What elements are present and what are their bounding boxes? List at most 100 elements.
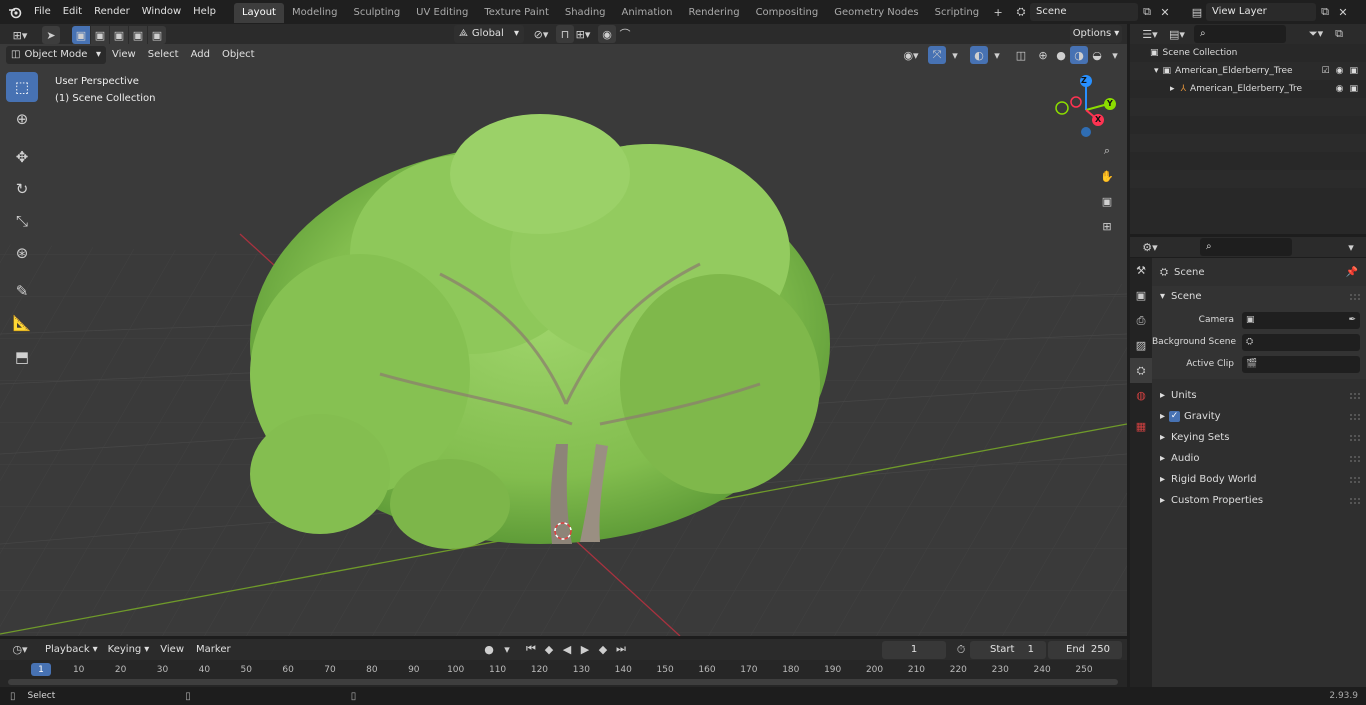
play-icon[interactable]: ▶ xyxy=(576,640,594,658)
select-new-icon[interactable]: ▣ xyxy=(72,26,90,44)
timeline-editor-type-icon[interactable]: ◷▾ xyxy=(6,641,34,659)
drag-handle-icon[interactable] xyxy=(1350,413,1360,420)
timeline-ruler[interactable]: 1 10 20 30 40 50 60 70 80 90 100 110 120 130 140 150 160… xyxy=(0,660,1127,687)
gravity-checkbox[interactable]: ✓ xyxy=(1169,411,1181,422)
scene-icon[interactable]: ⛭ xyxy=(1012,3,1030,21)
tab-rendering[interactable]: Rendering xyxy=(680,3,747,23)
end-frame-field[interactable]: End 250 xyxy=(1048,641,1122,659)
move-tool-icon[interactable]: ✥ xyxy=(6,142,38,172)
menu-help[interactable]: Help xyxy=(187,0,222,24)
pivot-point-icon[interactable]: ⊘▾ xyxy=(532,25,550,43)
expand-chevron-down-icon[interactable]: ▾ xyxy=(1154,66,1159,76)
menu-edit[interactable]: Edit xyxy=(57,0,88,24)
viewport-menu-select[interactable]: Select xyxy=(142,46,185,64)
texture-properties-icon[interactable]: ▦ xyxy=(1130,414,1152,439)
start-frame-field[interactable]: Start 1 xyxy=(970,641,1046,659)
menu-file[interactable]: File xyxy=(28,0,57,24)
elderberry-tree[interactable] xyxy=(250,114,830,549)
select-invert-icon[interactable]: ▣ xyxy=(129,26,147,44)
delete-scene-close-icon[interactable]: ✕ xyxy=(1156,3,1174,21)
transform-orientation-dropdown[interactable]: ⟁ Global ▾ xyxy=(454,25,524,43)
current-frame-field[interactable]: 1 xyxy=(882,641,946,659)
audio-panel-header[interactable]: ▸ Audio xyxy=(1152,448,1366,469)
tab-modeling[interactable]: Modeling xyxy=(284,3,346,23)
perspective-grid-icon[interactable]: ⊞ xyxy=(1098,217,1116,235)
outliner-editor-type-icon[interactable]: ☰▾ xyxy=(1136,25,1164,43)
render-camera-icon[interactable]: ▣ xyxy=(1349,84,1358,94)
select-extend-icon[interactable]: ▣ xyxy=(91,26,109,44)
view-layer-icon[interactable]: ▤ xyxy=(1188,3,1206,21)
units-panel-header[interactable]: ▸ Units xyxy=(1152,385,1366,406)
exclude-checkbox-icon[interactable]: ☑ xyxy=(1322,66,1330,76)
prev-keyframe-icon[interactable]: ◆ xyxy=(540,640,558,658)
jump-end-icon[interactable]: ⏭ xyxy=(612,640,630,658)
add-workspace-plus-icon[interactable]: + xyxy=(989,3,1007,21)
new-scene-icon[interactable]: ⧉ xyxy=(1138,3,1156,21)
world-properties-icon[interactable]: ◍ xyxy=(1130,383,1152,408)
proportional-falloff-icon[interactable]: ⌒ xyxy=(616,25,634,43)
new-collection-icon[interactable]: ⧉ xyxy=(1330,25,1348,43)
jump-start-icon[interactable]: ⏮ xyxy=(522,640,540,658)
options-dropdown[interactable]: Options ▾ xyxy=(1070,25,1122,43)
active-clip-field[interactable]: 🎬 xyxy=(1242,355,1360,373)
tab-sculpting[interactable]: Sculpting xyxy=(345,3,408,23)
3d-viewport[interactable]: User Perspective (1) Scene Collection Z … xyxy=(0,44,1127,636)
camera-view-icon[interactable]: ▣ xyxy=(1098,192,1116,210)
new-view-layer-icon[interactable]: ⧉ xyxy=(1316,3,1334,21)
xray-toggle-icon[interactable]: ◫ xyxy=(1012,46,1030,64)
viewport-menu-view[interactable]: View xyxy=(106,46,142,64)
tab-texture-paint[interactable]: Texture Paint xyxy=(476,3,557,23)
rigid-body-world-panel-header[interactable]: ▸ Rigid Body World xyxy=(1152,469,1366,490)
snap-target-icon[interactable]: ⊞▾ xyxy=(574,25,592,43)
cursor-tool-target-icon[interactable]: ⊕ xyxy=(6,104,38,134)
keying-chevron-icon[interactable]: ▾ xyxy=(498,640,516,658)
zoom-magnify-icon[interactable]: ⌕ xyxy=(1098,142,1116,160)
drag-handle-icon[interactable] xyxy=(1350,455,1360,462)
visibility-eye-icon[interactable]: ◉ xyxy=(1336,66,1344,76)
output-properties-icon[interactable]: ⎙ xyxy=(1130,308,1152,333)
proportional-edit-icon[interactable]: ◉ xyxy=(598,25,616,43)
gizmos-dropdown-chevron-icon[interactable]: ▾ xyxy=(946,46,964,64)
expand-chevron-right-icon[interactable]: ▸ xyxy=(1170,84,1175,94)
visibility-eye-icon[interactable]: ◉ xyxy=(1336,84,1344,94)
rendered-shading-icon[interactable]: ◒ xyxy=(1088,46,1106,64)
outliner-row-collection[interactable]: ▾ ▣ American_Elderberry_Tree ☑ ◉ ▣ xyxy=(1130,62,1366,80)
timeline-menu-marker[interactable]: Marker xyxy=(190,641,237,659)
solid-shading-icon[interactable]: ● xyxy=(1052,46,1070,64)
timeline-scrollbar[interactable] xyxy=(8,679,1118,685)
timeline-menu-view[interactable]: View xyxy=(154,641,190,659)
drag-handle-icon[interactable] xyxy=(1350,476,1360,483)
display-mode-icon[interactable]: ▤▾ xyxy=(1164,25,1190,43)
tab-layout[interactable]: Layout xyxy=(233,3,284,23)
overlays-dropdown-chevron-icon[interactable]: ▾ xyxy=(988,46,1006,64)
render-camera-icon[interactable]: ▣ xyxy=(1349,66,1358,76)
tab-animation[interactable]: Animation xyxy=(614,3,681,23)
navigation-gizmo[interactable] xyxy=(1050,72,1124,146)
tab-compositing[interactable]: Compositing xyxy=(748,3,827,23)
shading-dropdown-chevron-icon[interactable]: ▾ xyxy=(1106,46,1124,64)
outliner-row-scene-collection[interactable]: ▣ Scene Collection xyxy=(1130,44,1366,62)
properties-search-input[interactable]: ⌕ xyxy=(1200,238,1292,256)
menu-window[interactable]: Window xyxy=(136,0,187,24)
tab-geometry-nodes[interactable]: Geometry Nodes xyxy=(826,3,926,23)
measure-tool-icon[interactable]: 📐 xyxy=(6,308,38,338)
rotate-tool-icon[interactable]: ↻ xyxy=(6,174,38,204)
outliner-search-input[interactable]: ⌕ xyxy=(1194,25,1286,43)
tab-shading[interactable]: Shading xyxy=(557,3,614,23)
tool-properties-icon[interactable]: ⚒ xyxy=(1130,258,1152,283)
overlays-toggle-icon[interactable]: ◐ xyxy=(970,46,988,64)
scene-section-header[interactable]: ▾ Scene xyxy=(1152,286,1366,307)
snap-magnet-icon[interactable]: ⊓ xyxy=(556,25,574,43)
play-reverse-icon[interactable]: ◀ xyxy=(558,640,576,658)
gizmos-toggle-icon[interactable]: ⤧ xyxy=(928,46,946,64)
cursor-tool-icon[interactable]: ➤ xyxy=(42,26,60,44)
visibility-eye-icon[interactable]: ◉▾ xyxy=(902,46,920,64)
delete-view-layer-close-icon[interactable]: ✕ xyxy=(1334,3,1352,21)
drag-handle-icon[interactable] xyxy=(1350,434,1360,441)
pin-icon[interactable]: 📌 xyxy=(1346,267,1358,278)
wireframe-shading-icon[interactable]: ⊕ xyxy=(1034,46,1052,64)
gravity-panel-header[interactable]: ▸ ✓ Gravity xyxy=(1152,406,1366,427)
background-scene-field[interactable]: ⛭ xyxy=(1242,333,1360,351)
render-properties-icon[interactable]: ▣ xyxy=(1130,283,1152,308)
camera-field[interactable]: ▣ ✒ xyxy=(1242,311,1360,329)
